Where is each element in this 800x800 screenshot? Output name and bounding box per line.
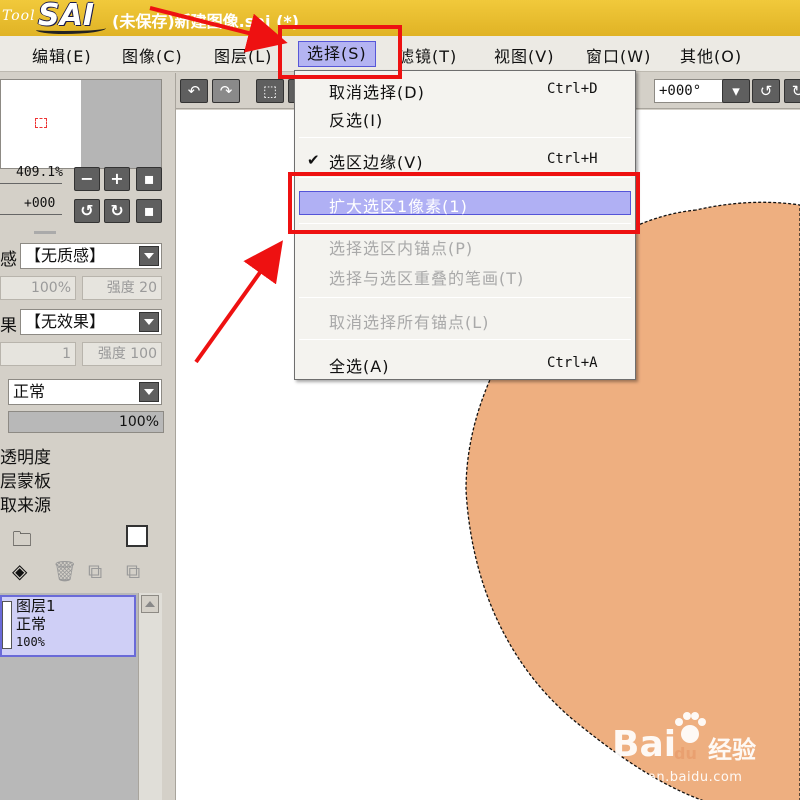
baidu-watermark: Bai du 经验 jingyan.baidu.com bbox=[612, 708, 782, 788]
watermark-url: jingyan.baidu.com bbox=[614, 770, 743, 785]
watermark-brand-du: du bbox=[674, 744, 697, 763]
arrow-to-menu-icon bbox=[149, 6, 288, 53]
baidu-paw-icon bbox=[675, 712, 706, 743]
watermark-brand-latin: Bai bbox=[612, 724, 677, 765]
watermark-brand-cn: 经验 bbox=[708, 736, 756, 764]
annotation-arrows bbox=[149, 6, 288, 364]
arrow-to-item-icon bbox=[194, 240, 283, 364]
